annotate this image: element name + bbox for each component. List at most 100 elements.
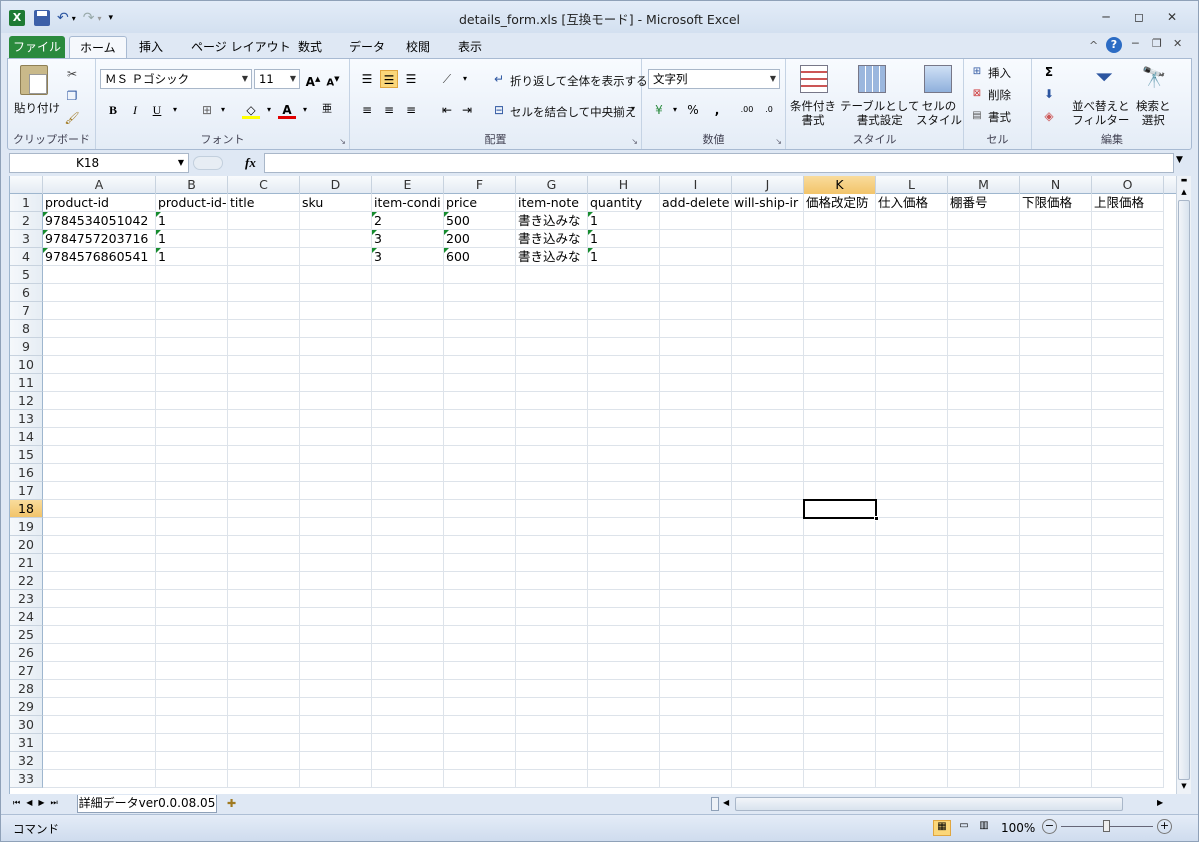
cell-o11[interactable]: [1092, 374, 1164, 392]
cell-m13[interactable]: [948, 410, 1020, 428]
cell-o31[interactable]: [1092, 734, 1164, 752]
help-icon[interactable]: ?: [1106, 37, 1122, 53]
cell-m26[interactable]: [948, 644, 1020, 662]
cell-m10[interactable]: [948, 356, 1020, 374]
cell-f31[interactable]: [444, 734, 516, 752]
tab-view[interactable]: 表示: [448, 36, 492, 59]
tab-split-handle[interactable]: [711, 797, 719, 811]
cell-e24[interactable]: [372, 608, 444, 626]
cell-l31[interactable]: [876, 734, 948, 752]
cell-l27[interactable]: [876, 662, 948, 680]
row-header[interactable]: 32: [10, 752, 43, 770]
row-header[interactable]: 6: [10, 284, 43, 302]
cell-n1[interactable]: 下限価格: [1020, 194, 1092, 212]
cell-a21[interactable]: [43, 554, 156, 572]
cell-l6[interactable]: [876, 284, 948, 302]
cell-a33[interactable]: [43, 770, 156, 788]
cell-c5[interactable]: [228, 266, 300, 284]
workbook-close-icon[interactable]: ✕: [1173, 37, 1182, 50]
cell-l11[interactable]: [876, 374, 948, 392]
row-header[interactable]: 8: [10, 320, 43, 338]
cell-a19[interactable]: [43, 518, 156, 536]
copy-icon[interactable]: ❐: [63, 87, 81, 105]
cell-b21[interactable]: [156, 554, 228, 572]
cell-j26[interactable]: [732, 644, 804, 662]
row-header[interactable]: 10: [10, 356, 43, 374]
cell-k33[interactable]: [804, 770, 876, 788]
cell-m8[interactable]: [948, 320, 1020, 338]
cell-h10[interactable]: [588, 356, 660, 374]
cell-e10[interactable]: [372, 356, 444, 374]
cell-f19[interactable]: [444, 518, 516, 536]
orientation-icon[interactable]: ⟋: [438, 70, 456, 88]
cell-f17[interactable]: [444, 482, 516, 500]
cell-d9[interactable]: [300, 338, 372, 356]
cell-i27[interactable]: [660, 662, 732, 680]
cell-a4[interactable]: 9784576860541: [43, 248, 156, 266]
cell-i4[interactable]: [660, 248, 732, 266]
cell-m14[interactable]: [948, 428, 1020, 446]
cell-n20[interactable]: [1020, 536, 1092, 554]
conditional-format-button[interactable]: 条件付き 書式: [790, 99, 836, 127]
close-button[interactable]: ✕: [1162, 9, 1182, 25]
cell-o4[interactable]: [1092, 248, 1164, 266]
cell-i6[interactable]: [660, 284, 732, 302]
cell-a10[interactable]: [43, 356, 156, 374]
cell-m12[interactable]: [948, 392, 1020, 410]
cell-a18[interactable]: [43, 500, 156, 518]
bold-button[interactable]: B: [104, 101, 122, 119]
row-header[interactable]: 1: [10, 194, 43, 212]
cell-n30[interactable]: [1020, 716, 1092, 734]
cell-b20[interactable]: [156, 536, 228, 554]
cell-e15[interactable]: [372, 446, 444, 464]
cell-h7[interactable]: [588, 302, 660, 320]
cell-k31[interactable]: [804, 734, 876, 752]
cell-g19[interactable]: [516, 518, 588, 536]
cell-g20[interactable]: [516, 536, 588, 554]
number-format-combo[interactable]: 文字列 ▼: [648, 69, 780, 89]
cell-e33[interactable]: [372, 770, 444, 788]
column-header-n[interactable]: N: [1020, 176, 1092, 194]
cell-d18[interactable]: [300, 500, 372, 518]
cell-j3[interactable]: [732, 230, 804, 248]
align-right-icon[interactable]: ≡: [402, 101, 420, 119]
cell-j5[interactable]: [732, 266, 804, 284]
cell-o27[interactable]: [1092, 662, 1164, 680]
cell-c21[interactable]: [228, 554, 300, 572]
cell-j30[interactable]: [732, 716, 804, 734]
cell-d30[interactable]: [300, 716, 372, 734]
cell-n22[interactable]: [1020, 572, 1092, 590]
cell-k29[interactable]: [804, 698, 876, 716]
cell-f16[interactable]: [444, 464, 516, 482]
cell-e29[interactable]: [372, 698, 444, 716]
row-header[interactable]: 31: [10, 734, 43, 752]
row-header[interactable]: 9: [10, 338, 43, 356]
workbook-restore-icon[interactable]: ❐: [1152, 37, 1162, 50]
dialog-launcher-icon[interactable]: ↘: [631, 137, 638, 146]
tab-data[interactable]: データ: [339, 36, 395, 59]
cell-f28[interactable]: [444, 680, 516, 698]
cell-e16[interactable]: [372, 464, 444, 482]
cell-n21[interactable]: [1020, 554, 1092, 572]
cell-c22[interactable]: [228, 572, 300, 590]
cell-k16[interactable]: [804, 464, 876, 482]
cell-b4[interactable]: 1: [156, 248, 228, 266]
cell-l9[interactable]: [876, 338, 948, 356]
cell-n11[interactable]: [1020, 374, 1092, 392]
cell-k20[interactable]: [804, 536, 876, 554]
zoom-slider-thumb[interactable]: [1103, 820, 1110, 832]
cell-l21[interactable]: [876, 554, 948, 572]
cell-f3[interactable]: 200: [444, 230, 516, 248]
row-header[interactable]: 21: [10, 554, 43, 572]
cell-m1[interactable]: 棚番号: [948, 194, 1020, 212]
cell-d8[interactable]: [300, 320, 372, 338]
cell-f33[interactable]: [444, 770, 516, 788]
align-bottom-icon[interactable]: ☰: [402, 70, 420, 88]
cell-d20[interactable]: [300, 536, 372, 554]
cell-a6[interactable]: [43, 284, 156, 302]
cell-e19[interactable]: [372, 518, 444, 536]
cell-n15[interactable]: [1020, 446, 1092, 464]
cell-j18[interactable]: [732, 500, 804, 518]
cell-j22[interactable]: [732, 572, 804, 590]
autosum-icon[interactable]: Σ: [1040, 63, 1058, 81]
